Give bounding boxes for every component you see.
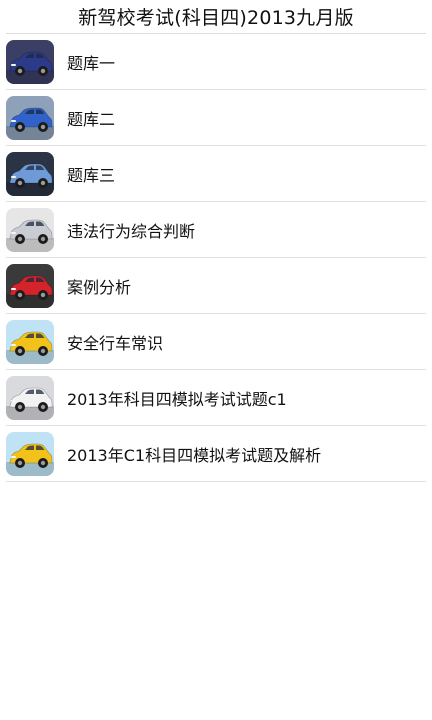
list-item-label: 题库一 <box>67 53 116 73</box>
car-red-icon <box>6 263 54 308</box>
list-item-label: 题库三 <box>67 165 116 185</box>
car-thumbnail <box>6 431 54 476</box>
car-thumbnail <box>6 95 54 140</box>
list-item[interactable]: 2013年科目四模拟考试试题c1 <box>6 370 426 426</box>
car-thumbnail <box>6 263 54 308</box>
car-yellow-icon <box>6 319 54 364</box>
list-item[interactable]: 题库二 <box>6 90 426 146</box>
car-thumbnail <box>6 375 54 420</box>
list-item[interactable]: 2013年C1科目四模拟考试题及解析 <box>6 426 426 482</box>
car-thumbnail <box>6 39 54 84</box>
car-silver-icon <box>6 207 54 252</box>
list-item[interactable]: 违法行为综合判断 <box>6 202 426 258</box>
page-title: 新驾校考试(科目四)2013九月版 <box>0 0 432 33</box>
car-blue-sedan-icon <box>6 151 54 196</box>
list-item-label: 2013年C1科目四模拟考试题及解析 <box>67 445 322 465</box>
list-item-label: 2013年科目四模拟考试试题c1 <box>67 389 287 409</box>
car-thumbnail <box>6 319 54 364</box>
list-item[interactable]: 题库三 <box>6 146 426 202</box>
list-item-label: 题库二 <box>67 109 116 129</box>
car-yellow-icon <box>6 431 54 476</box>
car-white-icon <box>6 375 54 420</box>
list-item[interactable]: 安全行车常识 <box>6 314 426 370</box>
car-dark-blue-icon <box>6 39 54 84</box>
question-bank-list: 题库一 题库二 题库三 违法行为综合判断 案例分析 安全行车常识 2013年科目… <box>6 33 426 482</box>
car-thumbnail <box>6 207 54 252</box>
list-item[interactable]: 题库一 <box>6 34 426 90</box>
list-item-label: 违法行为综合判断 <box>67 221 196 241</box>
app-title: 新驾校考试(科目四)2013九月版 <box>78 7 354 29</box>
car-blue-icon <box>6 95 54 140</box>
list-item-label: 安全行车常识 <box>67 333 164 353</box>
list-item[interactable]: 案例分析 <box>6 258 426 314</box>
list-item-label: 案例分析 <box>67 277 132 297</box>
car-thumbnail <box>6 151 54 196</box>
